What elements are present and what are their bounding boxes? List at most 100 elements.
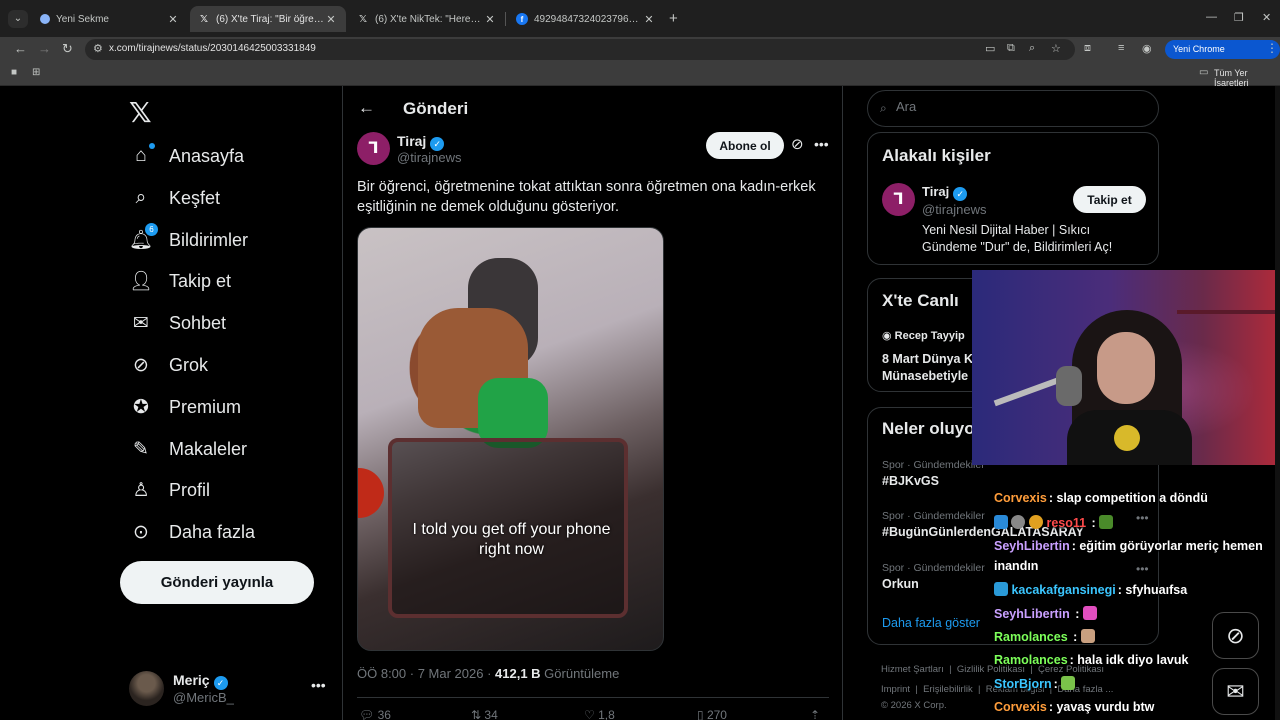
more-icon[interactable]: ••• (1136, 511, 1149, 525)
nav-home[interactable]: ⌂ Anasayfa (130, 140, 244, 172)
live-host[interactable]: ◉ Recep Tayyip (882, 329, 965, 342)
related-handle[interactable]: @tirajnews (922, 202, 987, 217)
tab-title: 4929484732402379629 (200×2 (534, 13, 642, 25)
bell-icon: 🔔︎ 6 (129, 223, 158, 251)
verified-icon: ✓ (213, 676, 228, 690)
more-icon[interactable]: ••• (1136, 562, 1149, 576)
x-logo-icon[interactable]: 𝕏 (129, 96, 152, 129)
badge-icon (994, 582, 1008, 596)
forward-icon[interactable]: → (38, 41, 51, 56)
minimize-icon[interactable]: — (1206, 11, 1217, 23)
tab-image[interactable]: f 4929484732402379629 (200×2 ✕ (508, 6, 664, 32)
close-icon[interactable]: ✕ (642, 13, 656, 26)
tab-tiraj-post[interactable]: 𝕏 (6) X'te Tiraj: "Bir öğrenci, öğ ✕ (190, 6, 346, 32)
zoom-icon[interactable]: ⌕ (1029, 42, 1035, 55)
related-name-row[interactable]: Tiraj ✓ (922, 184, 968, 201)
reply-button[interactable]: 💬︎ 36 (359, 708, 391, 720)
nav-more[interactable]: ⊙ Daha fazla (130, 516, 255, 548)
more-icon[interactable]: ••• (814, 136, 829, 152)
chat-user: Ramolances (994, 630, 1068, 644)
trend-item[interactable]: Spor · Gündemdekiler #BJKvGS (882, 459, 985, 488)
emote-icon (1082, 606, 1097, 620)
chrome-menu-icon[interactable]: ⋮ (1266, 41, 1278, 55)
site-info-icon[interactable]: ⚙ (93, 42, 103, 55)
close-icon[interactable]: ✕ (324, 13, 338, 26)
bookmark-button[interactable]: ▯ 270 (697, 708, 727, 720)
repost-button[interactable]: ⇅ 34 (471, 708, 498, 720)
footer-link[interactable]: Imprint (881, 684, 910, 695)
add-person-icon: 👤︎ (128, 271, 154, 292)
subscribe-button[interactable]: Abone ol (706, 132, 784, 159)
page-scrollbar[interactable] (1275, 86, 1280, 720)
account-switcher[interactable]: Meriç ✓ @MericB_ ••• (129, 669, 329, 709)
back-icon[interactable]: ← (14, 41, 27, 56)
repost-icon: ⇅ (471, 708, 482, 720)
unread-dot (149, 143, 155, 149)
close-icon[interactable]: ✕ (483, 13, 497, 26)
badge-icon (994, 515, 1008, 529)
avatar[interactable]: Ꞁ (882, 183, 915, 216)
footer-link[interactable]: Hizmet Şartları (881, 664, 944, 675)
tab-niktek-post[interactable]: 𝕏 (6) X'te NikTek: "Here are some ✕ (349, 6, 505, 32)
more-icon[interactable]: ••• (311, 677, 326, 693)
extensions-icon[interactable]: ⧈ (1084, 42, 1091, 55)
nav-profile[interactable]: ♙ Profil (130, 474, 210, 506)
post-button[interactable]: Gönderi yayınla (120, 561, 314, 604)
related-name[interactable]: Tiraj (922, 184, 949, 199)
like-button[interactable]: ♡ 1,8 (584, 708, 615, 720)
trend-item[interactable]: Spor · Gündemdekiler Orkun (882, 562, 985, 591)
bookmark-square-icon[interactable]: ■ (11, 67, 17, 78)
spaces-icon: ◉ (882, 330, 892, 342)
window-close-icon[interactable]: ✕ (1262, 11, 1271, 24)
grok-float-button[interactable]: ⊘ (1212, 612, 1259, 659)
all-bookmarks[interactable]: Tüm Yer İşaretleri (1214, 68, 1280, 88)
tab-title: (6) X'te NikTek: "Here are some (375, 13, 483, 25)
author-name-row[interactable]: Tiraj ✓ (397, 133, 445, 151)
reload-icon[interactable]: ↻ (62, 41, 73, 57)
caption-line: right now (479, 541, 544, 558)
chrome-update-badge[interactable]: Yeni Chrome kullanılabilir (1165, 40, 1280, 73)
install-app-icon[interactable]: ⧉ (1007, 42, 1015, 55)
trend-category: Spor · Gündemdekiler (882, 562, 985, 574)
close-icon[interactable]: ✕ (166, 13, 180, 26)
footer-link[interactable]: Erişilebilirlik (923, 684, 973, 695)
author-avatar[interactable]: Ꞁ (357, 132, 390, 165)
author-name[interactable]: Tiraj (397, 133, 426, 149)
share-button[interactable]: ⇡ (810, 708, 820, 720)
nav-grok[interactable]: ⊘ Grok (130, 349, 208, 381)
grok-icon[interactable]: ⊘ (791, 135, 804, 153)
chat-text: : eğitim görüyorlar meriç hemen (1071, 539, 1263, 553)
restore-icon[interactable]: ❐ (1234, 11, 1244, 24)
nav-follow[interactable]: 👤︎ Takip et (128, 265, 231, 297)
chat-text: : (1053, 677, 1058, 691)
nav-notifications[interactable]: 🔔︎ 6 Bildirimler (129, 223, 248, 256)
post-timestamp[interactable]: ÖÖ 8:00 · 7 Mar 2026 · (357, 666, 495, 681)
nav-articles[interactable]: ✎ Makaleler (130, 433, 247, 465)
chat-message: kacakafgansinegi: sfyhuaıfsa (994, 582, 1187, 597)
cast-off-icon[interactable]: ▭ (985, 42, 995, 55)
media-control-icon[interactable]: ≡ (1118, 42, 1124, 54)
folder-icon: ▭ (1199, 67, 1209, 78)
tab-new-tab[interactable]: Yeni Sekme ✕ (32, 6, 188, 32)
chat-user: Corvexis (994, 700, 1047, 714)
new-tab-button[interactable]: + (669, 10, 678, 27)
bookmark-star-icon[interactable]: ☆ (1051, 42, 1061, 55)
post-video[interactable]: I told you get off your phone right now (357, 227, 664, 651)
messages-float-button[interactable]: ✉ (1212, 668, 1259, 715)
search-box[interactable]: ⌕ (867, 90, 1159, 127)
nav-explore[interactable]: ⌕ Keşfet (130, 182, 220, 214)
caption-line: I told you get off your phone (412, 521, 611, 538)
cam-microphone (1056, 366, 1082, 406)
profile-icon[interactable]: ◉ (1142, 42, 1152, 55)
search-input[interactable] (896, 99, 1146, 114)
nav-premium[interactable]: ✪ Premium (130, 391, 241, 423)
tab-search-button[interactable]: ⌄ (8, 10, 28, 28)
author-handle[interactable]: @tirajnews (397, 150, 462, 165)
back-arrow-icon[interactable]: ← (358, 98, 375, 118)
address-bar[interactable]: ⚙ x.com/tirajnews/status/203014642500333… (85, 39, 1075, 60)
url-text[interactable]: x.com/tirajnews/status/20301464250033318… (109, 43, 316, 54)
follow-button[interactable]: Takip et (1073, 186, 1146, 213)
show-more-link[interactable]: Daha fazla göster (882, 616, 980, 630)
apps-grid-icon[interactable]: ⊞ (32, 67, 40, 78)
nav-chat[interactable]: ✉ Sohbet (130, 307, 226, 339)
